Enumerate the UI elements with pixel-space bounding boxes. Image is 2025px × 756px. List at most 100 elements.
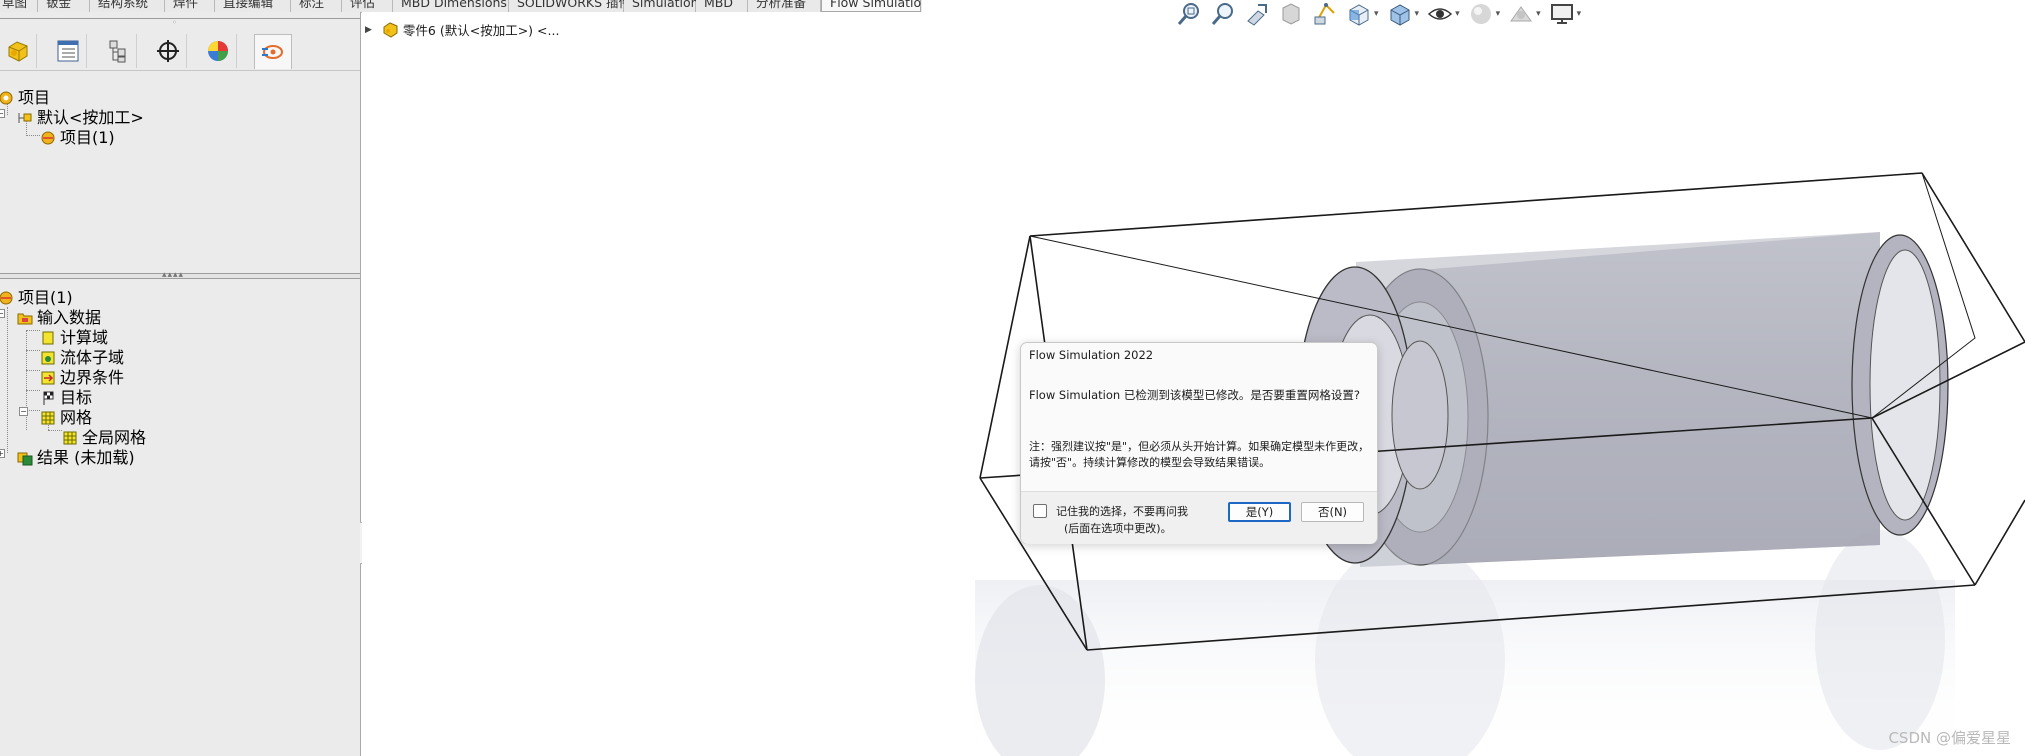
tree-root-project[interactable]: 项目: [0, 89, 50, 107]
chevron-down-icon[interactable]: ▾: [1536, 9, 1541, 19]
tree-input-data-label: 输入数据: [37, 308, 102, 327]
tab-direct-editing[interactable]: 直接编辑: [215, 0, 291, 12]
tree-project-1[interactable]: 项目(1): [40, 129, 115, 147]
tab-markup[interactable]: 标注: [291, 0, 342, 12]
chevron-down-icon[interactable]: ▾: [1415, 9, 1420, 19]
collapse-toggle[interactable]: −: [19, 407, 28, 416]
tab-structure-system[interactable]: 结构系统: [90, 0, 165, 12]
mesh-icon: [41, 411, 55, 425]
tree-global-mesh[interactable]: 全局网格: [62, 429, 146, 447]
chevron-down-icon[interactable]: ▾: [1455, 9, 1460, 19]
view-orientation-icon[interactable]: ▾: [1346, 1, 1379, 27]
tree-mesh[interactable]: 网格: [40, 409, 92, 427]
tree-item-label: 流体子域: [60, 348, 125, 367]
remember-choice-checkbox[interactable]: [1033, 504, 1047, 518]
section-view-icon[interactable]: [1278, 1, 1304, 27]
zoom-to-fit-icon[interactable]: [1176, 1, 1202, 27]
global-mesh-icon: [63, 431, 77, 445]
tree-guide: [26, 135, 40, 136]
tree-input-data[interactable]: 输入数据: [17, 309, 101, 327]
flow-simulation-analysis-tree-icon[interactable]: [254, 34, 292, 69]
goals-flag-icon: [43, 391, 54, 405]
flow-project-icon: [41, 131, 55, 145]
tree-config-label: 默认<按加工>: [37, 108, 144, 127]
view-settings-icon[interactable]: ▾: [1549, 1, 1582, 27]
tree-guide: [26, 330, 40, 331]
dialog-note: 注：强烈建议按"是"，但必须从头开始计算。如果确定模型未作更改，请按"否"。持续…: [1029, 440, 1370, 469]
edit-appearance-icon[interactable]: ▾: [1468, 1, 1501, 27]
tree-fluid-subdomain[interactable]: 流体子域: [40, 349, 124, 367]
tab-sketch[interactable]: 草图: [0, 0, 38, 12]
manager-icon-bar: [0, 32, 360, 71]
tab-flow-simulation[interactable]: Flow Simulation: [821, 0, 922, 12]
display-style-icon[interactable]: ▾: [1387, 1, 1420, 27]
tree-item-label: 目标: [60, 388, 93, 407]
feature-manager-panel: ◦ − 项目 默认<按加工> 项目(1) ▴▴▴▴ − − + 项目(1) 输入…: [0, 12, 361, 756]
previous-view-icon[interactable]: [1244, 1, 1270, 27]
yes-button[interactable]: 是(Y): [1228, 502, 1291, 522]
tree-item-label: 网格: [60, 408, 93, 427]
hide-show-items-icon[interactable]: ▾: [1427, 1, 1460, 27]
remember-choice-hint: (后面在选项中更改)。: [1064, 522, 1172, 535]
dynamic-annotation-icon[interactable]: [1312, 1, 1338, 27]
tab-weldments[interactable]: 焊件: [165, 0, 215, 12]
tree-root-label: 项目: [18, 88, 51, 107]
dimxpert-manager-icon[interactable]: [150, 34, 187, 68]
chevron-down-icon[interactable]: ▾: [1374, 9, 1379, 19]
dialog-footer: 记住我的选择，不要再问我 (后面在选项中更改)。 是(Y) 否(N): [1021, 491, 1377, 544]
property-manager-icon[interactable]: [50, 34, 87, 68]
feature-manager-icon[interactable]: [0, 34, 37, 68]
boundary-conditions-icon: [41, 371, 55, 385]
tab-solidworks-addins[interactable]: SOLIDWORKS 插件: [509, 0, 631, 12]
tree-computational-domain[interactable]: 计算域: [40, 329, 108, 347]
computational-domain-icon: [42, 331, 54, 345]
collapse-toggle[interactable]: −: [0, 109, 5, 118]
tree-project-label: 项目(1): [60, 128, 115, 147]
folder-icon: [17, 313, 33, 325]
tab-simulation[interactable]: Simulation: [624, 0, 699, 12]
flow-project-icon: [0, 291, 13, 305]
tab-evaluate[interactable]: 评估: [342, 0, 393, 12]
panel-top-rule: [0, 18, 360, 19]
fluid-subdomain-icon: [41, 351, 55, 365]
tree-guide: [26, 390, 40, 391]
tree-guide: [26, 370, 40, 371]
tree-config-default[interactable]: 默认<按加工>: [17, 109, 144, 127]
panel-grip-icon[interactable]: ◦: [172, 19, 178, 27]
tree-goals[interactable]: 目标: [40, 389, 92, 407]
tree-guide: [7, 307, 8, 453]
dialog-title: Flow Simulation 2022: [1029, 348, 1154, 362]
tree-results[interactable]: 结果 (未加载): [17, 449, 135, 467]
configuration-icon: [18, 113, 32, 123]
apply-scene-icon[interactable]: ▾: [1508, 1, 1541, 27]
breadcrumb[interactable]: ▶ 零件6 (默认<按加工>) <...: [365, 20, 559, 39]
no-button[interactable]: 否(N): [1301, 502, 1364, 522]
chevron-down-icon[interactable]: ▾: [1577, 9, 1582, 19]
tab-sheet-metal[interactable]: 钣金: [38, 0, 90, 12]
tab-mbd[interactable]: MBD: [696, 0, 748, 12]
tree-item-label: 边界条件: [60, 368, 125, 387]
tab-mbd-dimensions[interactable]: MBD Dimensions: [393, 0, 509, 12]
tree-boundary-conditions[interactable]: 边界条件: [40, 369, 124, 387]
zoom-to-area-icon[interactable]: [1210, 1, 1236, 27]
collapse-toggle[interactable]: −: [0, 309, 5, 318]
results-icon: [17, 452, 33, 466]
tree-analysis-root[interactable]: 项目(1): [0, 289, 73, 307]
mesh-reset-dialog: Flow Simulation 2022 Flow Simulation 已检测…: [1020, 342, 1378, 544]
display-manager-icon[interactable]: [200, 34, 237, 68]
breadcrumb-expand-icon[interactable]: ▶: [365, 25, 372, 35]
watermark: CSDN @偏爱星星: [1888, 729, 2011, 747]
tree-guide: [48, 430, 62, 431]
tree-global-mesh-label: 全局网格: [82, 428, 147, 447]
tree-guide: [26, 410, 40, 411]
chevron-down-icon[interactable]: ▾: [1496, 9, 1501, 19]
tab-analysis-prep[interactable]: 分析准备: [748, 0, 821, 12]
configuration-manager-icon[interactable]: [100, 34, 137, 68]
part-icon: [383, 22, 398, 38]
remember-choice-label[interactable]: 记住我的选择，不要再问我: [1056, 503, 1188, 519]
panel-splitter[interactable]: ▴▴▴▴: [0, 270, 360, 280]
tree-item-label: 计算域: [60, 328, 109, 347]
expand-toggle[interactable]: +: [0, 449, 5, 458]
breadcrumb-label: 零件6 (默认<按加工>) <...: [402, 23, 560, 38]
dialog-message: Flow Simulation 已检测到该模型已修改。是否要重置网格设置?: [1029, 388, 1360, 402]
